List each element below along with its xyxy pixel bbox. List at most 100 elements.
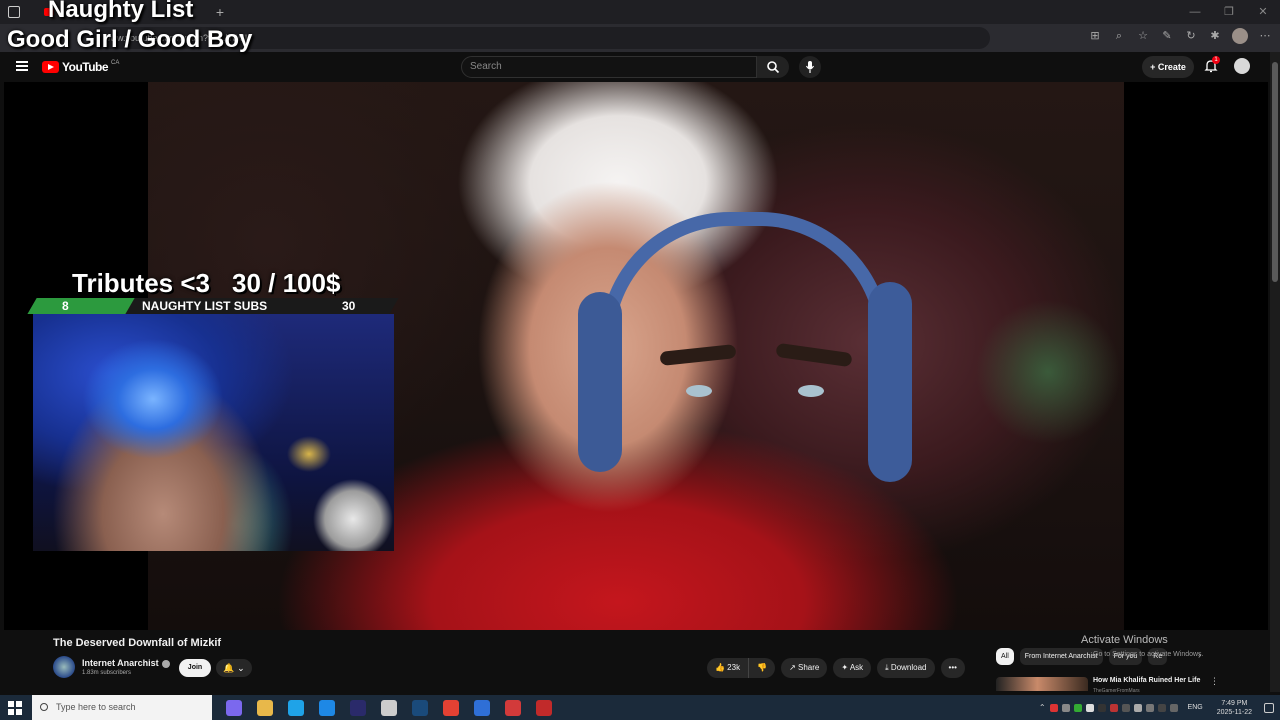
tray-app-icon[interactable]: [1073, 703, 1082, 712]
tray-app-icon[interactable]: [1097, 703, 1106, 712]
channel-name-text[interactable]: Internet Anarchist: [82, 658, 159, 668]
channel-name[interactable]: Internet Anarchist: [82, 658, 170, 668]
youtube-wordmark: YouTube: [62, 60, 109, 74]
tray-app-icon[interactable]: [1145, 703, 1154, 712]
profile-avatar[interactable]: [1232, 28, 1248, 44]
taskbar-search-input[interactable]: Type here to search: [32, 695, 212, 720]
taskbar-apps: [226, 699, 552, 716]
extension-icon[interactable]: ✎: [1160, 29, 1174, 43]
verified-icon: [161, 659, 170, 668]
search-button[interactable]: [757, 56, 789, 78]
recommendation-channel: TheGamerFromMars: [1093, 688, 1140, 694]
like-dislike-group: 👍 23k 👎: [707, 658, 776, 678]
language-indicator[interactable]: ENG: [1188, 704, 1203, 711]
tray-app-icon[interactable]: [1109, 703, 1118, 712]
tributes-amount: 30 / 100$: [232, 268, 341, 298]
window-menu-icon[interactable]: [8, 6, 20, 18]
taskbar-app-icon[interactable]: [288, 699, 304, 716]
puzzle-extensions-icon[interactable]: ✱: [1208, 29, 1222, 43]
menu-icon[interactable]: [16, 61, 28, 71]
taskbar-app-icon[interactable]: [319, 699, 335, 716]
taskbar-app-icon[interactable]: [350, 699, 366, 716]
taskbar-app-icon[interactable]: [226, 699, 242, 716]
browser-menu-icon[interactable]: ⋯: [1258, 29, 1272, 43]
volume-icon[interactable]: [1169, 703, 1178, 712]
app-available-icon[interactable]: ⊞: [1088, 29, 1102, 43]
video-title: The Deserved Downfall of Mizkif: [53, 637, 222, 649]
webcam-overlay: [33, 314, 394, 551]
headphone-right: [868, 282, 912, 482]
notification-badge: 1: [1212, 56, 1220, 64]
eyebrow-left: [659, 344, 737, 366]
youtube-play-icon: [42, 61, 59, 73]
tray-app-icon[interactable]: [1049, 703, 1058, 712]
activate-windows-subtext: Go to Settings to activate Windows.: [1093, 651, 1204, 658]
minimize-button[interactable]: —: [1178, 0, 1212, 24]
taskbar-clock[interactable]: 7:49 PM 2025-11-22: [1217, 699, 1252, 717]
search-icon: [40, 703, 48, 711]
recommendation-title[interactable]: How Mia Khalifa Ruined Her Life: [1093, 677, 1200, 684]
taskbar-app-icon[interactable]: [505, 699, 521, 716]
country-code: CA: [111, 60, 120, 66]
notification-center-icon[interactable]: [1264, 702, 1274, 713]
join-button[interactable]: Join: [179, 659, 211, 677]
overlay-title: Naughty List: [48, 0, 194, 23]
voice-search-button[interactable]: [799, 56, 821, 78]
taskbar-app-icon[interactable]: [536, 699, 552, 716]
subs-label: NAUGHTY LIST SUBS: [142, 299, 268, 313]
create-button[interactable]: + Create: [1142, 56, 1194, 78]
video-actions: 👍 23k 👎 ↗ Share ✦ Ask ⤓ Download •••: [707, 658, 965, 678]
more-actions-button[interactable]: •••: [940, 658, 965, 678]
account-avatar[interactable]: [1234, 58, 1250, 74]
tray-app-icon[interactable]: [1121, 703, 1130, 712]
tributes-label: Tributes <3: [72, 268, 210, 298]
subs-progress-labels: 8 NAUGHTY LIST SUBS 30: [32, 298, 394, 314]
overlay-subtitle: Good Girl / Good Boy: [7, 26, 253, 53]
window-controls: — ❐ ✕: [1178, 0, 1280, 24]
windows-start-icon[interactable]: [8, 700, 22, 715]
tray-app-icon[interactable]: [1061, 703, 1070, 712]
network-icon[interactable]: [1157, 703, 1166, 712]
new-tab-button[interactable]: +: [216, 4, 224, 20]
share-button[interactable]: ↗ Share: [781, 658, 828, 678]
youtube-header: YouTube CA Search + Create 1: [0, 52, 1270, 82]
maximize-button[interactable]: ❐: [1212, 0, 1246, 24]
search-icon: [767, 61, 780, 74]
system-tray: ⌃ ENG 7:49 PM 2025-11-22: [1039, 695, 1274, 720]
search-input[interactable]: Search: [461, 56, 757, 78]
zoom-icon[interactable]: ⌕: [1112, 29, 1126, 43]
tray-app-icon[interactable]: [1085, 703, 1094, 712]
taskbar-app-icon[interactable]: [257, 699, 273, 716]
taskbar-app-icon[interactable]: [412, 699, 428, 716]
subs-current: 8: [62, 299, 69, 313]
favorite-star-icon[interactable]: ☆: [1136, 29, 1150, 43]
chip-from-channel[interactable]: From Internet Anarchist: [1019, 648, 1103, 665]
download-button[interactable]: ⤓ Download: [877, 658, 935, 678]
ask-button[interactable]: ✦ Ask: [833, 658, 872, 678]
tray-app-icon[interactable]: [1133, 703, 1142, 712]
recommendation-more-icon[interactable]: ⋮: [1210, 676, 1219, 687]
close-button[interactable]: ✕: [1246, 0, 1280, 24]
taskbar-search-placeholder: Type here to search: [56, 702, 136, 712]
subs-goal: 30: [342, 299, 356, 313]
like-button[interactable]: 👍 23k: [707, 658, 749, 678]
dislike-button[interactable]: 👎: [748, 658, 776, 678]
channel-avatar[interactable]: [53, 656, 75, 678]
eye-left: [686, 385, 712, 397]
screen: + — ❐ ✕ www.youtube.com/watch?v=...NWJI …: [0, 0, 1280, 720]
tray-chevron-icon[interactable]: ⌃: [1039, 703, 1046, 712]
subscription-bell-button[interactable]: 🔔 ⌄: [216, 659, 252, 677]
taskbar-app-icon[interactable]: [381, 699, 397, 716]
page-scrollbar[interactable]: [1270, 52, 1280, 692]
taskbar-app-icon[interactable]: [474, 699, 490, 716]
eyebrow-right: [775, 342, 853, 368]
scrollbar-thumb[interactable]: [1272, 62, 1278, 282]
taskbar-app-icon[interactable]: [443, 699, 459, 716]
browser-toolbar: ⊞ ⌕ ☆ ✎ ↻ ✱ ⋯: [1088, 28, 1272, 44]
recommendation-thumbnail[interactable]: [996, 677, 1088, 691]
youtube-logo[interactable]: YouTube CA: [42, 60, 119, 74]
chip-all[interactable]: All: [996, 648, 1014, 665]
refresh-extension-icon[interactable]: ↻: [1184, 29, 1198, 43]
clock-time: 7:49 PM: [1221, 699, 1248, 707]
headphone-left: [578, 292, 622, 472]
